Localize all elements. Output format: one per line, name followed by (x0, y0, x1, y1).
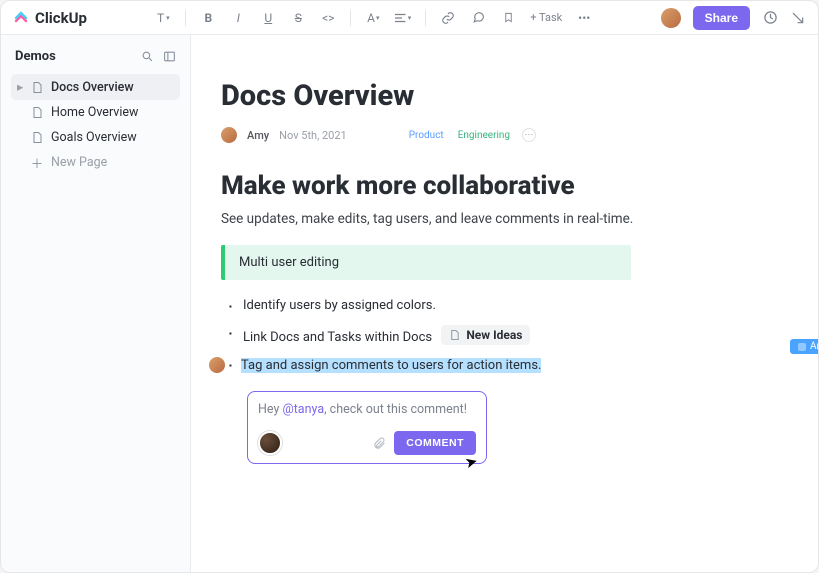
section-heading[interactable]: Make work more collaborative (221, 171, 768, 201)
cursor-icon: ➤ (463, 452, 480, 473)
doc-meta: Amy Nov 5th, 2021 Product Engineering ⋯ (221, 127, 768, 143)
sidebar-item-label: Home Overview (51, 105, 138, 120)
topbar: ClickUp T ▾ B I U S <> A ▾ ▾ (1, 1, 818, 35)
sidebar-item-goals-overview[interactable]: Goals Overview (11, 125, 180, 150)
sidebar-header: Demos (11, 49, 180, 64)
app-window: ClickUp T ▾ B I U S <> A ▾ ▾ (0, 0, 819, 573)
doc-icon (449, 329, 460, 341)
sidebar-item-docs-overview[interactable]: ▸ Docs Overview (11, 74, 180, 100)
bookmark-icon[interactable] (500, 10, 516, 26)
chevron-right-icon: ▸ (17, 79, 23, 95)
italic-icon[interactable]: I (230, 10, 246, 26)
highlighted-text: Tag and assign comments to users for act… (241, 358, 541, 373)
author-avatar[interactable] (221, 127, 237, 143)
bullet-item[interactable]: Tag and assign comments to users for act… (243, 357, 768, 373)
history-icon[interactable] (762, 10, 778, 26)
bullet-item[interactable]: Link Docs and Tasks within Docs New Idea… (243, 325, 768, 345)
sidebar-item-label: Goals Overview (51, 130, 137, 145)
tag-product[interactable]: Product (407, 129, 446, 142)
comment-icon[interactable] (470, 10, 486, 26)
sidebar-item-label: Docs Overview (51, 80, 134, 95)
bullet-item[interactable]: Identify users by assigned colors. (243, 298, 768, 313)
brand-name: ClickUp (35, 9, 87, 27)
clickup-logo-icon (13, 10, 29, 26)
callout-block[interactable]: Multi user editing (221, 245, 631, 280)
link-icon[interactable] (440, 10, 456, 26)
sidebar-toggle-icon[interactable] (162, 50, 176, 64)
tag-engineering[interactable]: Engineering (456, 129, 512, 142)
bullet-list: Identify users by assigned colors. Link … (221, 298, 768, 373)
presence-indicator: Amy (790, 339, 818, 354)
inline-commenter-avatar[interactable] (209, 357, 225, 373)
tags-more-icon[interactable]: ⋯ (522, 128, 536, 142)
doc-date: Nov 5th, 2021 (279, 129, 347, 142)
linked-task-label: New Ideas (466, 328, 522, 342)
search-icon[interactable] (140, 50, 154, 64)
comment-composer[interactable]: Hey @tanya, check out this comment! COMM… (247, 391, 487, 464)
text-color-dropdown[interactable]: A ▾ (365, 10, 381, 26)
doc-title[interactable]: Docs Overview (221, 79, 768, 113)
code-icon[interactable]: <> (320, 10, 336, 26)
add-task-button[interactable]: + Task (530, 10, 562, 26)
sidebar-title: Demos (15, 49, 56, 64)
linked-task-chip[interactable]: New Ideas (441, 325, 530, 345)
download-icon[interactable] (790, 10, 806, 26)
section-subtitle[interactable]: See updates, make edits, tag users, and … (221, 211, 768, 227)
brand: ClickUp (13, 9, 87, 27)
attachment-icon[interactable] (373, 436, 386, 451)
separator (425, 10, 426, 26)
separator (185, 10, 186, 26)
author-name: Amy (247, 129, 269, 142)
editor-toolbar: T ▾ B I U S <> A ▾ ▾ + Task ••• (87, 10, 661, 26)
more-icon[interactable]: ••• (576, 10, 592, 26)
plus-icon: ＋ (30, 156, 44, 170)
topbar-right: Share (661, 6, 806, 30)
align-dropdown[interactable]: ▾ (395, 10, 411, 26)
sidebar-item-home-overview[interactable]: Home Overview (11, 100, 180, 125)
doc-icon (30, 131, 44, 145)
comment-input[interactable]: Hey @tanya, check out this comment! (258, 402, 476, 417)
commenter-avatar[interactable] (258, 431, 282, 455)
text-style-dropdown[interactable]: T ▾ (155, 10, 171, 26)
share-button[interactable]: Share (693, 6, 750, 30)
separator (350, 10, 351, 26)
sidebar-item-label: New Page (51, 155, 107, 170)
strikethrough-icon[interactable]: S (290, 10, 306, 26)
bold-icon[interactable]: B (200, 10, 216, 26)
sidebar-new-page[interactable]: ＋ New Page (11, 150, 180, 175)
underline-icon[interactable]: U (260, 10, 276, 26)
doc-icon (30, 80, 44, 94)
callout-text: Multi user editing (239, 255, 339, 270)
comment-submit-button[interactable]: COMMENT (394, 431, 476, 455)
doc-main: Docs Overview Amy Nov 5th, 2021 Product … (191, 35, 818, 572)
doc-icon (30, 106, 44, 120)
sidebar: Demos ▸ Docs Overview (1, 35, 191, 572)
mention[interactable]: @tanya (282, 402, 324, 417)
current-user-avatar[interactable] (661, 8, 681, 28)
